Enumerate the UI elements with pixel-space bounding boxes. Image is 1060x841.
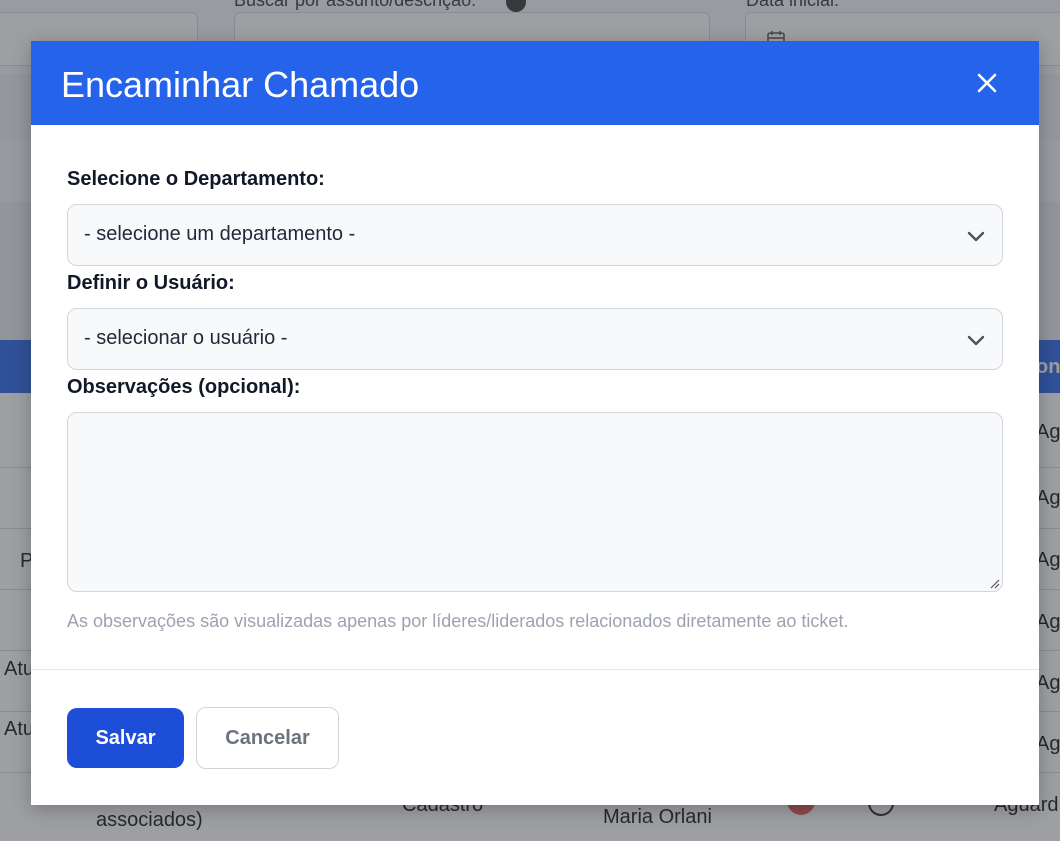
save-button[interactable]: Salvar xyxy=(67,708,184,768)
department-label: Selecione o Departamento: xyxy=(67,168,325,190)
close-icon xyxy=(977,73,997,93)
forward-ticket-modal: Encaminhar Chamado Selecione o Departame… xyxy=(31,41,1039,805)
modal-title: Encaminhar Chamado xyxy=(61,64,420,105)
notes-help-text: As observações são visualizadas apenas p… xyxy=(67,611,849,631)
footer-divider xyxy=(31,669,1039,670)
modal-header: Encaminhar Chamado xyxy=(31,41,1039,125)
department-select[interactable]: - selecione um departamento - xyxy=(67,204,1003,266)
resize-handle-icon[interactable] xyxy=(988,577,1000,589)
cancel-button[interactable]: Cancelar xyxy=(196,707,339,769)
user-label: Definir o Usuário: xyxy=(67,272,235,294)
close-button[interactable] xyxy=(971,67,1003,99)
user-select-value: - selecionar o usuário - xyxy=(84,327,288,349)
notes-label: Observações (opcional): xyxy=(67,376,301,398)
chevron-down-icon xyxy=(967,335,985,346)
department-select-value: - selecione um departamento - xyxy=(84,223,356,245)
chevron-down-icon xyxy=(967,231,985,242)
user-select[interactable]: - selecionar o usuário - xyxy=(67,308,1003,370)
notes-textarea[interactable] xyxy=(67,412,1003,592)
